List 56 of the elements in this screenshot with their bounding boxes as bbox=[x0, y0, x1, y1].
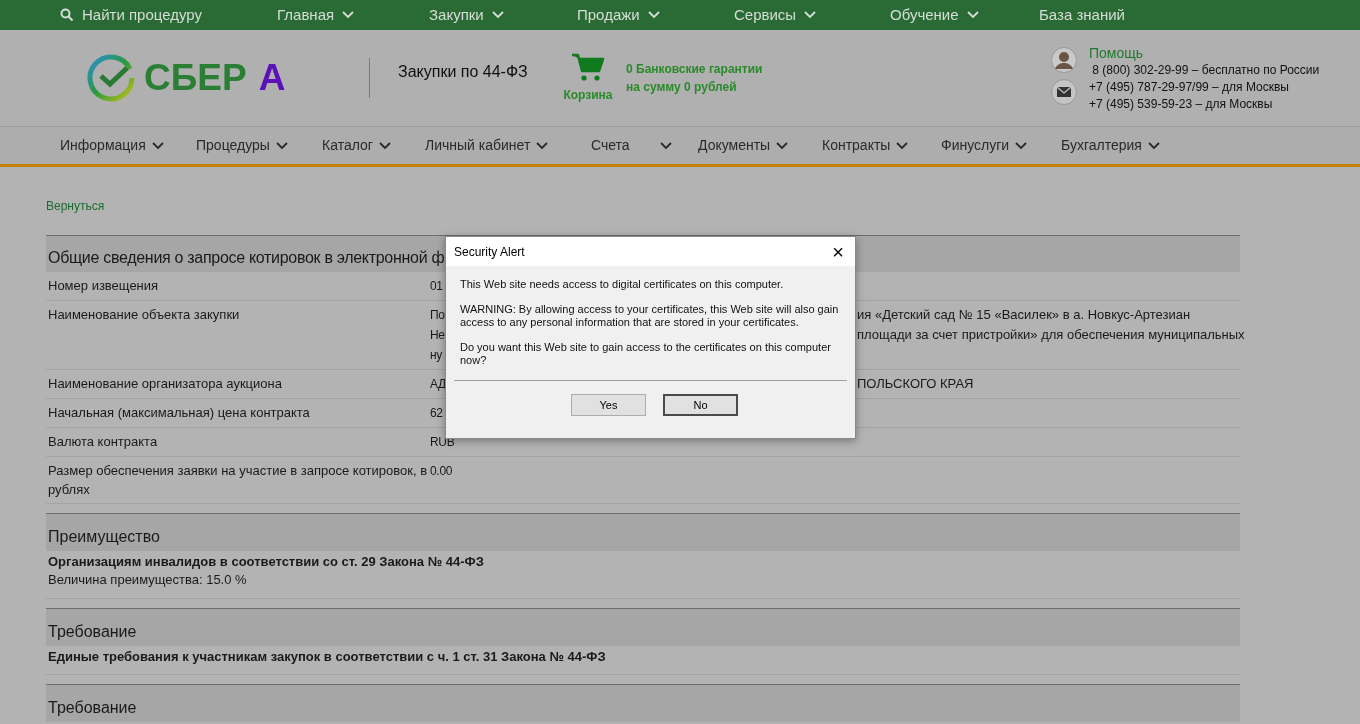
dialog-message: This Web site needs access to digital certificates on this computer. bbox=[460, 278, 785, 291]
field-label: Номер извещения bbox=[48, 277, 160, 295]
avatar-icon bbox=[1051, 46, 1077, 73]
search-link[interactable]: Найти процедуру bbox=[60, 3, 277, 27]
nav-item[interactable]: Счета bbox=[591, 135, 698, 156]
field-label: Размер обеспечения заявки на участие в запросе котировок, в рублях bbox=[48, 462, 429, 499]
field-label: Начальная (максимальная) цена контракта bbox=[48, 404, 311, 422]
top-menu-item[interactable]: База знаний bbox=[1039, 3, 1159, 27]
field-value: Не bbox=[430, 328, 445, 342]
nav-item[interactable]: Информация bbox=[60, 135, 196, 156]
dialog-message: Do you want this Web site to gain access to the certificates on this computer now? bbox=[460, 341, 832, 367]
field-value: По bbox=[430, 308, 445, 322]
logo-icon bbox=[86, 53, 136, 103]
section-heading: Требование bbox=[48, 699, 137, 716]
nav-item[interactable]: Бухгалтерия bbox=[1061, 135, 1181, 156]
phone-text: 8 (800) 302-29-99 – бесплатно по России bbox=[1091, 61, 1320, 79]
field-label: Наименование объекта закупки bbox=[48, 306, 241, 324]
requirement-title: Организациям инвалидов в соответствии со ст. 29 Закона № 44-ФЗ bbox=[48, 553, 485, 571]
top-menu-item[interactable]: Продажи bbox=[577, 3, 734, 27]
logo-letter: А bbox=[258, 56, 286, 101]
section-heading: Общие сведения о запросе котировок в электронной ф bbox=[48, 249, 445, 266]
search-icon bbox=[60, 8, 74, 22]
field-value: площади за счет пристройки» для обеспечения муниципальных bbox=[857, 326, 1245, 344]
advantage-value: Величина преимущества: 15.0 % bbox=[48, 571, 248, 589]
close-button[interactable]: × bbox=[827, 240, 849, 263]
dialog-message: WARNING: By allowing access to your certificates, this Web site will also gain access to any personal information that are stored in your certificates. bbox=[460, 303, 840, 329]
field-value: 62 bbox=[430, 406, 443, 420]
field-value: ПОЛЬСКОГО КРАЯ bbox=[857, 375, 974, 393]
phone-text: +7 (495) 787-29-97/99 – для Москвы bbox=[1089, 78, 1290, 96]
dialog-title: Security Alert bbox=[454, 243, 525, 261]
field-label: Валюта контракта bbox=[48, 433, 159, 451]
nav-item[interactable]: Каталог bbox=[322, 135, 425, 156]
dialog-button[interactable]: No bbox=[663, 394, 738, 416]
dialog-button[interactable]: Yes bbox=[571, 394, 646, 416]
top-menu-item[interactable]: Закупки bbox=[429, 3, 577, 27]
field-value: ну bbox=[430, 348, 443, 362]
nav-item[interactable]: Финуслуги bbox=[941, 135, 1061, 156]
field-value: 0.00 bbox=[430, 464, 453, 478]
nav-item[interactable]: Контракты bbox=[822, 135, 941, 156]
phone-text: +7 (495) 539-59-23 – для Москвы bbox=[1089, 95, 1274, 113]
top-menu-item[interactable]: Сервисы bbox=[734, 3, 890, 27]
field-value: 01 bbox=[430, 279, 443, 293]
top-menu-item[interactable]: Обучение bbox=[890, 3, 1039, 27]
nav-item[interactable]: Документы bbox=[698, 135, 822, 156]
nav-item[interactable]: Процедуры bbox=[196, 135, 322, 156]
mail-icon bbox=[1051, 78, 1077, 105]
field-label: Наименование организатора аукциона bbox=[48, 375, 283, 393]
field-value: ия «Детский сад № 15 «Василек» в а. Новкус-Артезиан bbox=[857, 306, 1191, 324]
section-heading: Преимущество bbox=[48, 528, 160, 545]
nav-item[interactable]: Личный кабинет bbox=[425, 135, 591, 156]
logo-text: СБЕР bbox=[144, 56, 247, 101]
cart-icon bbox=[571, 52, 605, 82]
requirement-title: Единые требования к участникам закупок в соответствии с ч. 1 ст. 31 Закона № 44-ФЗ bbox=[48, 648, 607, 666]
section-heading: Требование bbox=[48, 623, 137, 640]
top-menu-item[interactable]: Главная bbox=[277, 3, 429, 27]
section-title: Закупки по 44-ФЗ bbox=[398, 62, 529, 82]
